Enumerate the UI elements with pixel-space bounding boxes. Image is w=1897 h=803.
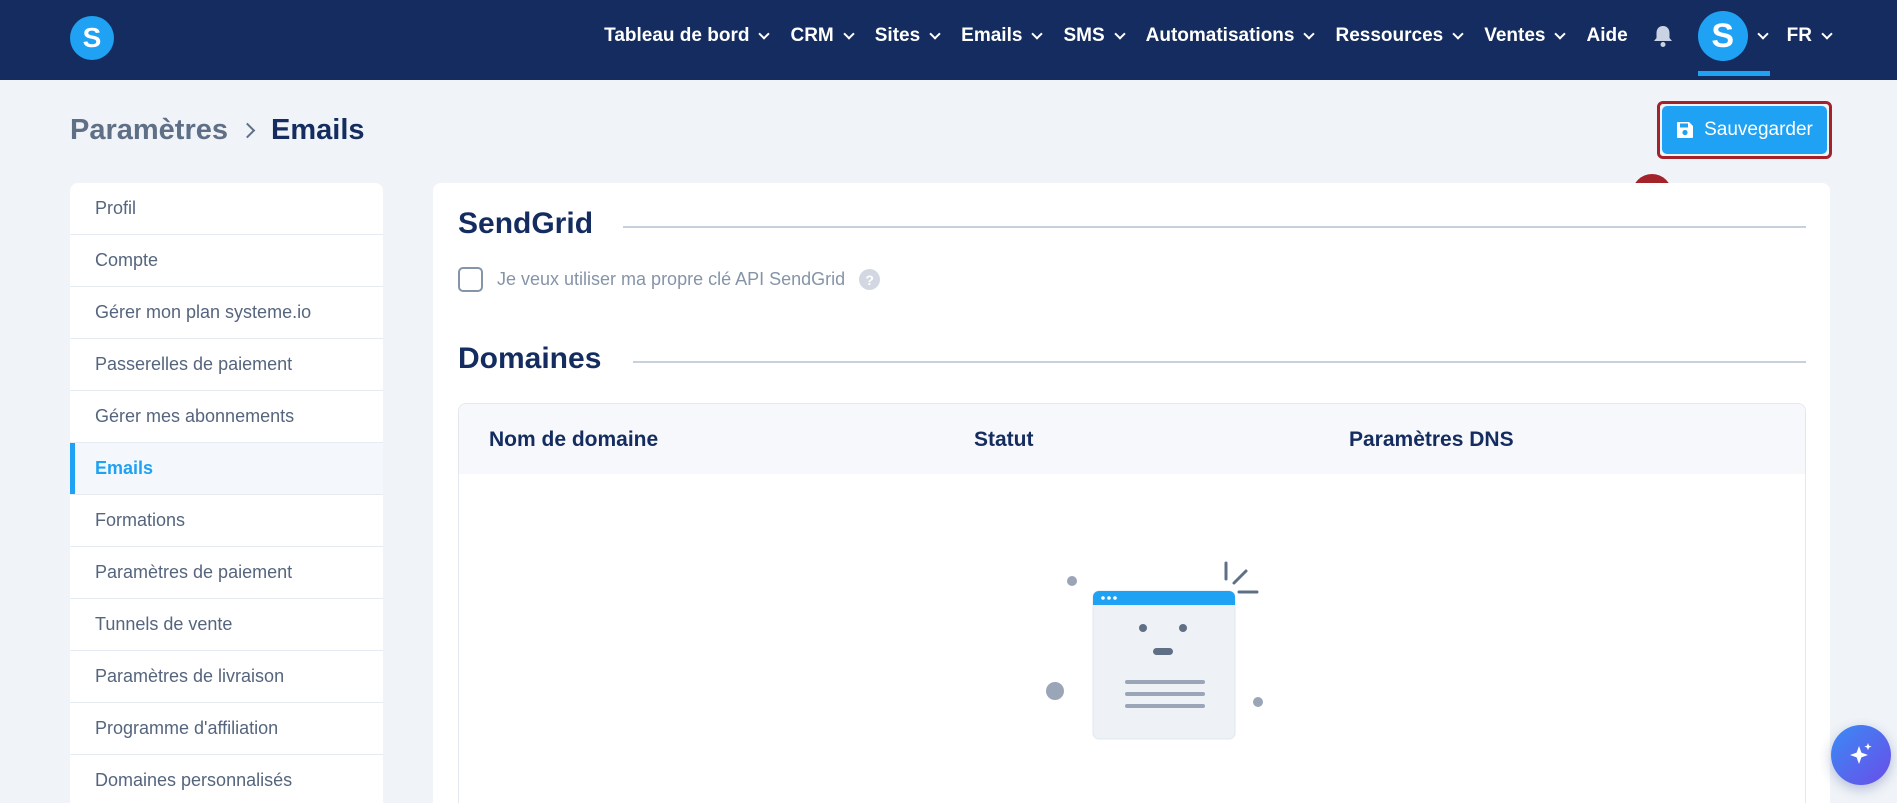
nav-emails[interactable]: Emails bbox=[961, 25, 1044, 47]
nav-label: CRM bbox=[790, 25, 834, 46]
sidebar-item-domaines[interactable]: Domaines personnalisés bbox=[70, 755, 383, 803]
chevron-right-icon bbox=[239, 122, 256, 139]
account-menu[interactable]: S bbox=[1697, 0, 1770, 76]
bell-icon[interactable] bbox=[1652, 24, 1674, 48]
nav-automatisations[interactable]: Automatisations bbox=[1145, 25, 1316, 47]
column-header-status: Statut bbox=[974, 428, 1034, 451]
nav-ventes[interactable]: Ventes bbox=[1484, 25, 1567, 47]
avatar[interactable]: S bbox=[1697, 11, 1748, 61]
app-logo[interactable]: S bbox=[70, 16, 114, 60]
sidebar-item-label: Paramètres de paiement bbox=[95, 562, 293, 582]
nav-crm[interactable]: CRM bbox=[790, 25, 855, 47]
sidebar-item-formations[interactable]: Formations bbox=[70, 495, 383, 547]
active-indicator bbox=[1697, 71, 1770, 76]
sidebar-item-tunnels[interactable]: Tunnels de vente bbox=[70, 599, 383, 651]
nav-ressources[interactable]: Ressources bbox=[1335, 25, 1464, 47]
sidebar-item-label: Passerelles de paiement bbox=[95, 354, 293, 374]
sidebar-item-passerelles[interactable]: Passerelles de paiement bbox=[70, 339, 383, 391]
chevron-down-icon bbox=[929, 27, 941, 40]
top-navbar: S Tableau de bord CRM Sites Emails SMS A… bbox=[0, 0, 1897, 80]
chevron-down-icon bbox=[1452, 27, 1464, 40]
nav-label: Emails bbox=[961, 25, 1023, 46]
nav-sms[interactable]: SMS bbox=[1063, 25, 1126, 47]
sidebar-item-livraison[interactable]: Paramètres de livraison bbox=[70, 651, 383, 703]
sidebar-item-label: Gérer mes abonnements bbox=[95, 406, 295, 426]
emails-settings-panel: SendGrid Je veux utiliser ma propre clé … bbox=[433, 183, 1830, 803]
save-button[interactable]: Sauvegarder bbox=[1662, 106, 1827, 154]
sparkles-icon bbox=[1850, 743, 1872, 764]
assistant-button[interactable] bbox=[1831, 725, 1891, 785]
sidebar-item-affiliation[interactable]: Programme d'affiliation bbox=[70, 703, 383, 755]
chevron-down-icon bbox=[1757, 27, 1769, 40]
nav-label: Automatisations bbox=[1145, 25, 1295, 46]
nav-label: Aide bbox=[1586, 25, 1628, 46]
nav-tableau-de-bord[interactable]: Tableau de bord bbox=[604, 25, 771, 47]
nav-label: Ressources bbox=[1335, 25, 1444, 46]
chevron-down-icon bbox=[1031, 27, 1044, 40]
sidebar-item-label: Emails bbox=[95, 458, 154, 478]
sendgrid-api-label[interactable]: Je veux utiliser ma propre clé API SendG… bbox=[497, 269, 845, 290]
nav-label: Ventes bbox=[1484, 25, 1546, 46]
sendgrid-api-checkbox[interactable] bbox=[458, 267, 483, 292]
sidebar-item-label: Programme d'affiliation bbox=[95, 718, 279, 738]
chevron-down-icon bbox=[1821, 27, 1833, 40]
page-title: Emails bbox=[271, 114, 365, 146]
sidebar-item-abonnements[interactable]: Gérer mes abonnements bbox=[70, 391, 383, 443]
domains-table: Nom de domaine Statut Paramètres DNS bbox=[458, 403, 1806, 803]
chevron-down-icon bbox=[1113, 27, 1126, 40]
sidebar-item-emails[interactable]: Emails bbox=[70, 443, 383, 495]
sidebar-item-label: Tunnels de vente bbox=[95, 614, 233, 634]
sidebar-item-label: Compte bbox=[95, 250, 159, 270]
sidebar-item-label: Gérer mon plan systeme.io bbox=[95, 302, 312, 322]
breadcrumb: Paramètres Emails bbox=[70, 114, 365, 147]
sidebar-item-label: Domaines personnalisés bbox=[95, 770, 293, 790]
empty-browser-window-icon bbox=[1019, 559, 1279, 764]
nav-sites[interactable]: Sites bbox=[874, 25, 941, 47]
breadcrumb-parent[interactable]: Paramètres bbox=[70, 114, 228, 147]
sendgrid-api-option: Je veux utiliser ma propre clé API SendG… bbox=[458, 267, 881, 292]
column-header-dns: Paramètres DNS bbox=[1349, 428, 1514, 451]
floppy-disk-icon bbox=[1677, 122, 1694, 138]
nav-label: Tableau de bord bbox=[604, 25, 750, 46]
sidebar-item-label: Paramètres de livraison bbox=[95, 666, 285, 686]
settings-sidebar: Profil Compte Gérer mon plan systeme.io … bbox=[70, 183, 383, 803]
section-divider bbox=[633, 361, 1806, 363]
nav-label: SMS bbox=[1063, 25, 1105, 46]
sidebar-item-compte[interactable]: Compte bbox=[70, 235, 383, 287]
main-nav: Tableau de bord CRM Sites Emails SMS Aut… bbox=[582, 0, 1833, 76]
nav-aide[interactable]: Aide bbox=[1586, 25, 1627, 47]
chevron-down-icon bbox=[758, 27, 771, 40]
table-header: Nom de domaine Statut Paramètres DNS bbox=[459, 404, 1805, 474]
sidebar-item-label: Formations bbox=[95, 510, 186, 530]
domaines-title: Domaines bbox=[458, 342, 602, 375]
help-icon[interactable]: ? bbox=[859, 269, 881, 290]
language-label: FR bbox=[1786, 25, 1812, 46]
sidebar-item-parametres-paiement[interactable]: Paramètres de paiement bbox=[70, 547, 383, 599]
sidebar-item-plan[interactable]: Gérer mon plan systeme.io bbox=[70, 287, 383, 339]
sidebar-item-profil[interactable]: Profil bbox=[70, 183, 383, 235]
language-selector[interactable]: FR bbox=[1786, 25, 1833, 47]
sendgrid-title: SendGrid bbox=[458, 207, 594, 240]
chevron-down-icon bbox=[1303, 27, 1316, 40]
chevron-down-icon bbox=[1554, 27, 1567, 40]
section-divider bbox=[623, 226, 1806, 228]
nav-label: Sites bbox=[874, 25, 921, 46]
column-header-domain: Nom de domaine bbox=[489, 428, 659, 451]
chevron-down-icon bbox=[843, 27, 855, 40]
sidebar-item-label: Profil bbox=[95, 198, 137, 218]
save-label: Sauvegarder bbox=[1704, 119, 1813, 140]
